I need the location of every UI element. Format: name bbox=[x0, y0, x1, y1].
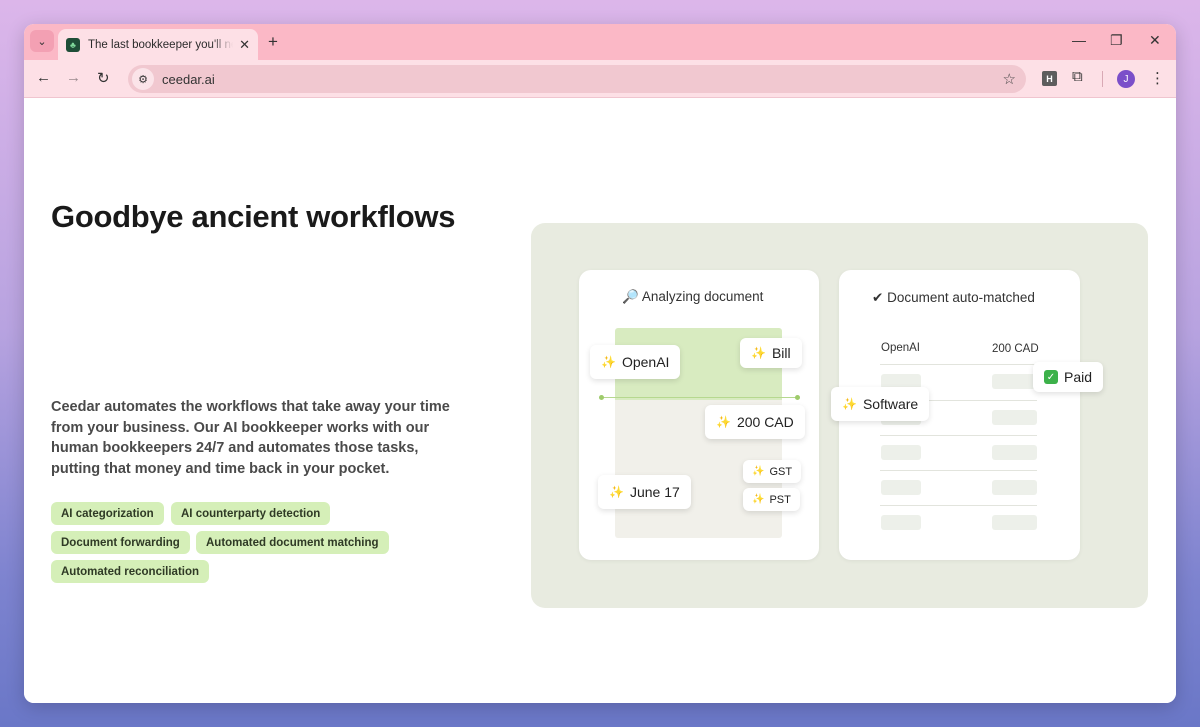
analyzing-title: Analyzing document bbox=[641, 289, 764, 304]
chip-pst: ✨ PST bbox=[743, 488, 800, 511]
chip-vendor-text: OpenAI bbox=[621, 354, 670, 370]
placeholder-bar bbox=[992, 515, 1037, 530]
new-tab-plus-icon[interactable]: + bbox=[268, 32, 278, 52]
matched-title: Document auto-matched bbox=[887, 290, 1035, 305]
extensions-puzzle-icon[interactable]: ⧉ bbox=[1072, 68, 1083, 85]
matched-vendor-label: OpenAI bbox=[881, 342, 920, 354]
chip-gst: ✨ GST bbox=[743, 460, 802, 483]
sparkle-icon: ✨ bbox=[752, 466, 765, 477]
row-divider bbox=[880, 435, 1037, 436]
check-box-icon: ✓ bbox=[1044, 370, 1058, 384]
checkmark-icon: ✔ bbox=[872, 290, 884, 305]
scan-line bbox=[601, 397, 798, 398]
url-text[interactable]: ceedar.ai bbox=[162, 72, 215, 87]
illustration-panel: 🔎 Analyzing document ✔ Document auto-mat… bbox=[531, 223, 1148, 608]
scan-dot-right bbox=[795, 395, 800, 400]
tab-active[interactable]: ♣ The last bookkeeper you'll need ✕ bbox=[58, 29, 258, 60]
sparkle-icon: ✨ bbox=[609, 485, 624, 499]
chip-amount-text: 200 CAD bbox=[736, 414, 794, 430]
chip-date-text: June 17 bbox=[629, 484, 680, 500]
forward-arrow-icon[interactable]: → bbox=[66, 69, 81, 86]
chip-category: ✨ Software bbox=[831, 387, 930, 421]
tab-title: The last bookkeeper you'll need bbox=[88, 38, 233, 51]
close-window-icon[interactable]: ✕ bbox=[1149, 32, 1161, 49]
tab-search-button[interactable]: ⌄ bbox=[30, 30, 54, 52]
chip-category-text: Software bbox=[862, 396, 919, 412]
sparkle-icon: ✨ bbox=[752, 494, 765, 505]
chip-vendor: ✨ OpenAI bbox=[590, 345, 681, 379]
feature-tag: Document forwarding bbox=[51, 531, 190, 554]
matched-title-row: ✔ Document auto-matched bbox=[872, 290, 1035, 306]
chip-pst-text: PST bbox=[769, 493, 791, 506]
chip-gst-text: GST bbox=[769, 465, 793, 478]
placeholder-bar bbox=[992, 445, 1037, 460]
feature-tag: AI categorization bbox=[51, 502, 164, 525]
sparkle-icon: ✨ bbox=[842, 397, 857, 411]
back-arrow-icon[interactable]: ← bbox=[36, 69, 51, 86]
row-divider bbox=[880, 364, 1037, 365]
chip-amount: ✨ 200 CAD bbox=[705, 405, 805, 439]
ceedar-favicon-icon: ♣ bbox=[66, 37, 80, 52]
tab-close-icon[interactable]: ✕ bbox=[239, 37, 250, 53]
placeholder-bar bbox=[881, 480, 921, 495]
feature-tag: Automated reconciliation bbox=[51, 560, 210, 583]
placeholder-bar bbox=[992, 374, 1037, 389]
analyzing-title-row: 🔎 Analyzing document bbox=[622, 289, 763, 305]
scan-dot-left bbox=[599, 395, 604, 400]
site-info-icon[interactable]: ⚙ bbox=[132, 68, 154, 90]
hero-description: Ceedar automates the workflows that take… bbox=[51, 399, 450, 477]
profile-avatar[interactable]: J bbox=[1117, 70, 1135, 88]
chip-type-text: Bill bbox=[771, 345, 791, 361]
bookmark-star-icon[interactable]: ☆ bbox=[1003, 70, 1016, 88]
sparkle-icon: ✨ bbox=[751, 346, 766, 360]
more-menu-icon[interactable]: ⋮ bbox=[1150, 69, 1165, 87]
placeholder-bar bbox=[992, 480, 1037, 495]
browser-toolbar: ← → ↻ ⚙ ceedar.ai ☆ H ⧉ J ⋮ bbox=[24, 60, 1176, 98]
browser-window: ⌄ ♣ The last bookkeeper you'll need ✕ + … bbox=[24, 24, 1176, 703]
chip-status-text: Paid bbox=[1064, 369, 1093, 385]
extension-h-icon[interactable]: H bbox=[1042, 71, 1057, 86]
reload-icon[interactable]: ↻ bbox=[97, 69, 110, 87]
placeholder-bar bbox=[881, 515, 921, 530]
placeholder-bar bbox=[992, 410, 1037, 425]
tab-strip: ⌄ ♣ The last bookkeeper you'll need ✕ + … bbox=[24, 24, 1176, 60]
magnifier-icon: 🔎 bbox=[622, 289, 639, 304]
chip-type: ✨ Bill bbox=[740, 338, 802, 368]
toolbar-divider bbox=[1102, 71, 1103, 87]
placeholder-bar bbox=[881, 445, 921, 460]
minimize-icon[interactable]: — bbox=[1072, 32, 1086, 48]
restore-icon[interactable]: ❐ bbox=[1110, 32, 1123, 49]
chip-date: ✨ June 17 bbox=[598, 475, 691, 509]
row-divider bbox=[880, 470, 1037, 471]
address-bar[interactable]: ⚙ ceedar.ai ☆ bbox=[128, 65, 1026, 93]
sparkle-icon: ✨ bbox=[716, 415, 731, 429]
feature-tag: AI counterparty detection bbox=[171, 502, 331, 525]
feature-tag: Automated document matching bbox=[196, 531, 389, 554]
hero-title: Goodbye ancient workflows bbox=[51, 199, 456, 234]
chip-status: ✓ Paid bbox=[1033, 362, 1104, 392]
matched-amount-label: 200 CAD bbox=[992, 343, 1039, 355]
row-divider bbox=[880, 505, 1037, 506]
sparkle-icon: ✨ bbox=[601, 355, 616, 369]
page-content: Goodbye ancient workflows Ceedar automat… bbox=[24, 99, 1176, 703]
chevron-down-icon: ⌄ bbox=[37, 35, 47, 48]
